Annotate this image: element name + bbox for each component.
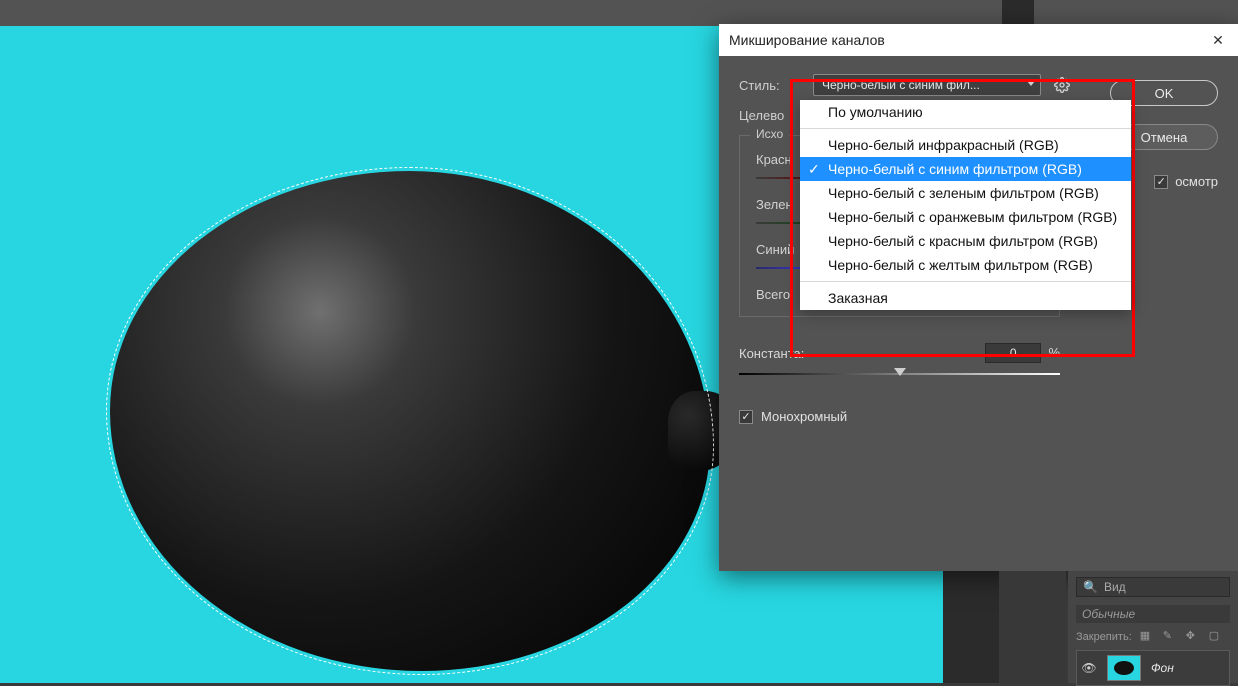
dropdown-item[interactable]: Черно-белый с зеленым фильтром (RGB) [800,181,1131,205]
dropdown-item[interactable]: По умолчанию [800,100,1131,124]
target-label: Целево [739,108,803,123]
search-icon: 🔍 [1083,580,1098,594]
layer-row[interactable]: 👁 Фон [1076,650,1230,686]
visibility-icon[interactable]: 👁 [1081,661,1097,675]
layers-search[interactable]: 🔍 Вид [1076,577,1230,597]
dropdown-item[interactable]: Черно-белый инфракрасный (RGB) [800,133,1131,157]
gear-icon[interactable] [1051,74,1073,96]
artboard-icon[interactable]: ▢ [1209,629,1224,644]
brush-icon[interactable]: ✎ [1163,629,1178,644]
style-select[interactable]: Черно-белый с синим фил... [813,74,1041,96]
close-icon[interactable]: ✕ [1208,30,1228,50]
lock-pixels-icon[interactable]: ▦ [1140,629,1155,644]
style-dropdown[interactable]: По умолчанию Черно-белый инфракрасный (RG… [800,100,1131,310]
preview-checkbox[interactable]: ✓ [1154,175,1168,189]
dropdown-item[interactable]: Черно-белый с красным фильтром (RGB) [800,229,1131,253]
layers-search-placeholder: Вид [1104,580,1126,594]
slider-thumb-icon[interactable] [894,368,906,376]
dropdown-item[interactable]: Черно-белый с синим фильтром (RGB) [800,157,1131,181]
pct-symbol-2: % [1048,345,1060,360]
preview-label: осмотр [1175,174,1218,189]
dialog-title-text: Микширование каналов [729,32,885,48]
constant-input[interactable] [985,343,1041,363]
layer-name: Фон [1151,661,1174,675]
dropdown-separator [800,128,1131,129]
layers-panel: 🔍 Вид Обычные Закрепить: ▦ ✎ ✥ ▢ 👁 Фон [1068,571,1238,683]
constant-slider[interactable] [739,369,1060,381]
style-select-value: Черно-белый с синим фил... [822,78,980,92]
constant-label: Константа: [739,346,804,361]
pin-label: Закрепить: [1076,631,1132,643]
move-icon[interactable]: ✥ [1186,629,1201,644]
right-tools-strip [999,571,1066,683]
layer-thumbnail[interactable] [1107,655,1141,681]
dropdown-item[interactable]: Черно-белый с желтым фильтром (RGB) [800,253,1131,277]
dropdown-separator [800,281,1131,282]
chevron-down-icon [1027,81,1035,86]
style-label: Стиль: [739,78,803,93]
subject-lemon [110,171,710,671]
dropdown-item[interactable]: Заказная [800,286,1131,310]
monochrome-label: Монохромный [761,409,847,424]
total-label: Всего: [756,287,794,302]
right-panels-header [1034,0,1238,26]
blend-mode-select[interactable]: Обычные [1076,605,1230,623]
dropdown-item[interactable]: Черно-белый с оранжевым фильтром (RGB) [800,205,1131,229]
monochrome-checkbox[interactable]: ✓ [739,410,753,424]
group-title: Исхо [750,127,789,141]
dialog-titlebar[interactable]: Микширование каналов ✕ [719,24,1238,56]
